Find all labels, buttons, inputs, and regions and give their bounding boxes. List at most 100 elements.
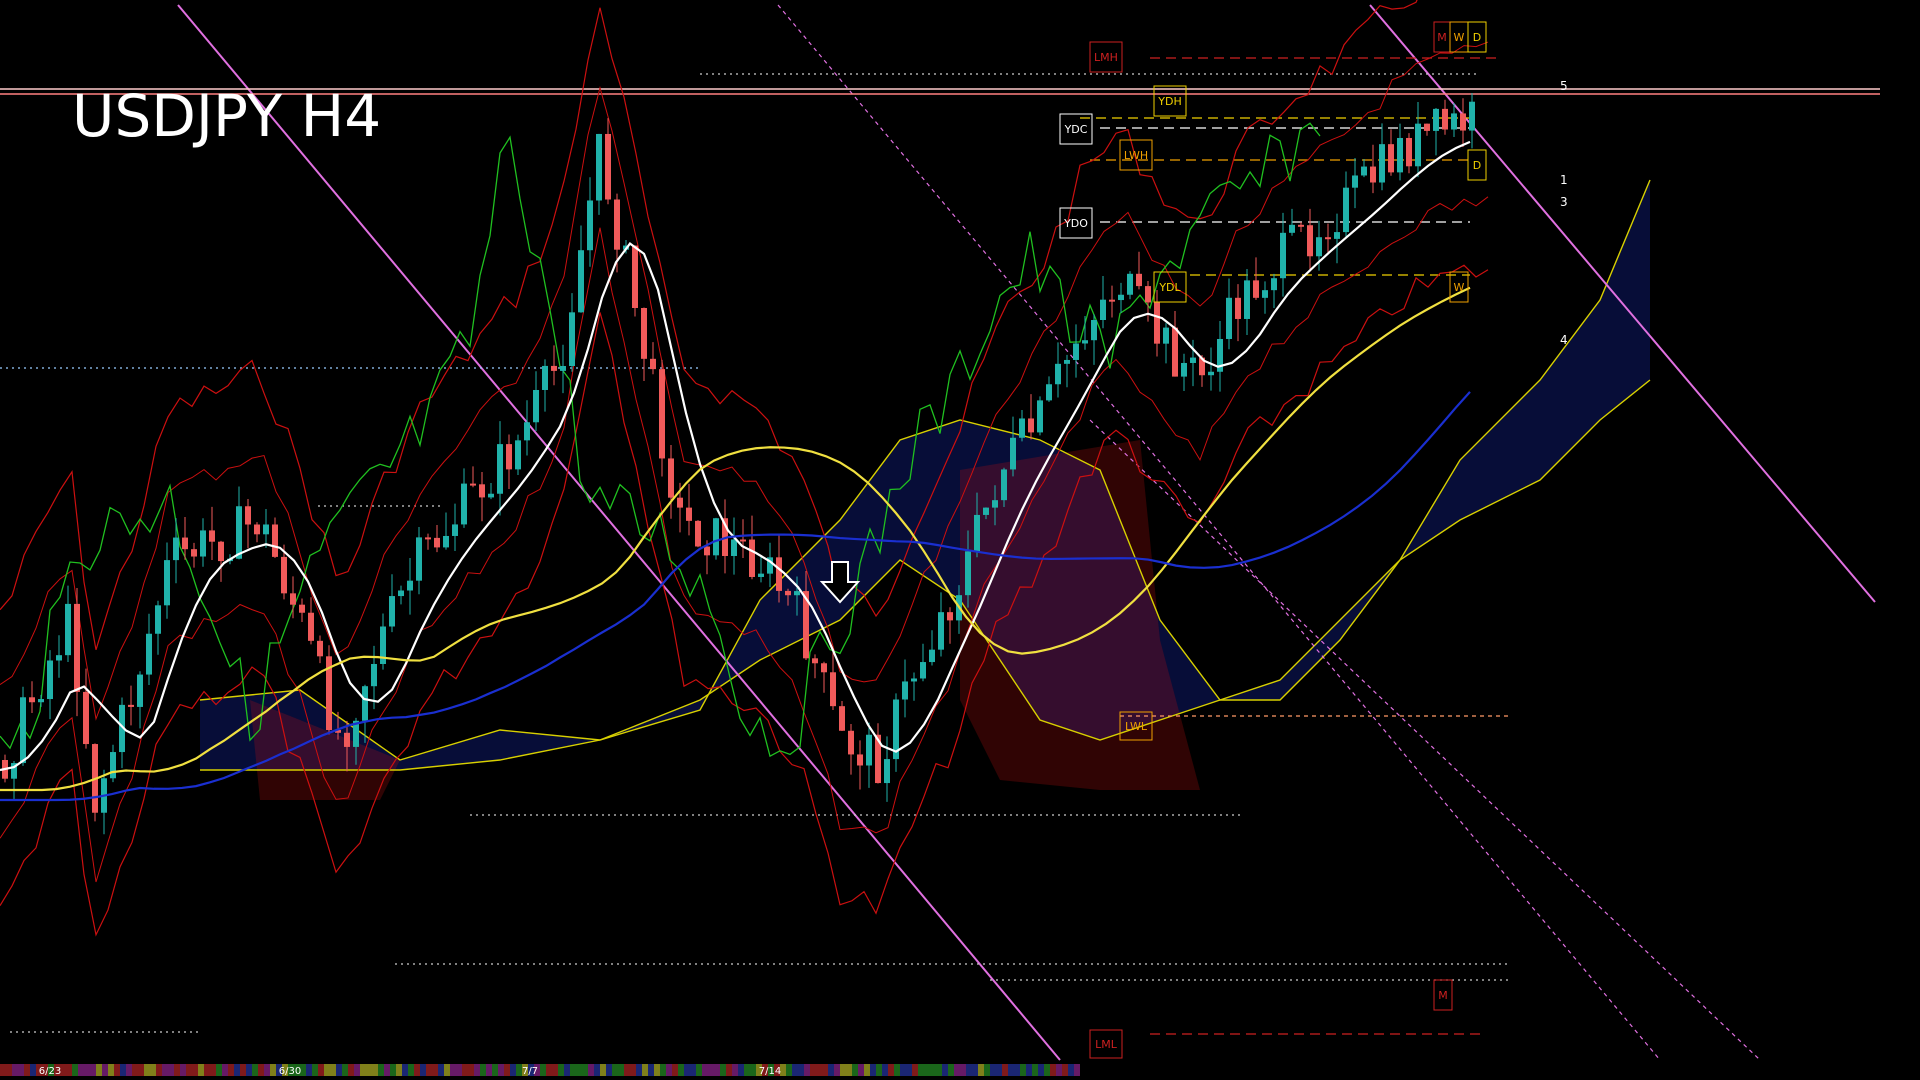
candle-body	[641, 307, 647, 359]
axis-strip-cell	[492, 1064, 498, 1076]
axis-strip-cell	[162, 1064, 168, 1076]
candle-body	[659, 369, 665, 459]
candle-body	[1460, 113, 1466, 131]
candle-body	[965, 551, 971, 596]
axis-strip-cell	[312, 1064, 318, 1076]
candle-body	[1001, 469, 1007, 501]
candle-body	[1190, 357, 1196, 363]
axis-strip-cell	[234, 1064, 240, 1076]
candle-body	[1325, 237, 1331, 240]
candle-body	[65, 603, 71, 656]
axis-strip-cell	[30, 1064, 36, 1076]
x-tick-label: 7/14	[759, 1066, 781, 1077]
axis-strip-cell	[672, 1064, 678, 1076]
axis-strip-cell	[144, 1064, 150, 1076]
axis-strip-cell	[126, 1064, 132, 1076]
axis-strip-cell	[690, 1064, 696, 1076]
axis-strip-cell	[96, 1064, 102, 1076]
candle-body	[1010, 437, 1016, 470]
tag-ydl-label: YDL	[1158, 281, 1181, 294]
axis-strip-cell	[414, 1064, 420, 1076]
candle-body	[254, 524, 260, 535]
axis-strip-cell	[348, 1064, 354, 1076]
tag-w-mid-label: W	[1454, 281, 1465, 294]
candle-body	[29, 697, 35, 703]
axis-strip-cell	[1014, 1064, 1020, 1076]
axis-strip-cell	[108, 1064, 114, 1076]
candle-body	[506, 444, 512, 470]
axis-strip-cell	[498, 1064, 504, 1076]
axis-strip-cell	[636, 1064, 642, 1076]
candle-body	[1298, 224, 1304, 227]
wave-label: 3	[1560, 195, 1568, 209]
axis-strip-cell	[606, 1064, 612, 1076]
axis-strip-cell	[972, 1064, 978, 1076]
axis-strip-cell	[402, 1064, 408, 1076]
candle-body	[596, 133, 602, 201]
axis-strip-cell	[1068, 1064, 1074, 1076]
axis-strip-cell	[960, 1064, 966, 1076]
axis-strip-cell	[804, 1064, 810, 1076]
axis-strip-cell	[66, 1064, 72, 1076]
tag-w-top-label: W	[1454, 31, 1465, 44]
candle-body	[614, 199, 620, 250]
axis-strip-cell	[642, 1064, 648, 1076]
candle-body	[758, 573, 764, 577]
axis-strip-cell	[408, 1064, 414, 1076]
axis-strip-cell	[558, 1064, 564, 1076]
axis-strip-cell	[1008, 1064, 1014, 1076]
candle	[695, 520, 701, 548]
axis-strip-cell	[342, 1064, 348, 1076]
axis-strip-cell	[24, 1064, 30, 1076]
axis-strip-cell	[330, 1064, 336, 1076]
axis-strip-cell	[888, 1064, 894, 1076]
candle-body	[1064, 359, 1070, 364]
candle	[515, 434, 521, 476]
tag-ydc-label: YDC	[1064, 123, 1088, 136]
axis-strip-cell	[798, 1064, 804, 1076]
axis-strip-cell	[852, 1064, 858, 1076]
candle-body	[20, 697, 26, 764]
tag-lmh-label: LMH	[1094, 51, 1118, 64]
axis-strip-cell	[942, 1064, 948, 1076]
x-tick-label: 7/7	[522, 1066, 538, 1077]
candle-body	[704, 546, 710, 556]
candle-body	[74, 603, 80, 692]
axis-strip-cell	[786, 1064, 792, 1076]
candle-body	[587, 200, 593, 251]
candle-body	[1172, 327, 1178, 377]
candle-body	[1469, 101, 1475, 131]
candle-body	[1208, 371, 1214, 376]
axis-strip-cell	[594, 1064, 600, 1076]
axis-strip-cell	[1026, 1064, 1032, 1076]
wave-label: 5	[1560, 79, 1568, 93]
candle-body	[1253, 280, 1259, 298]
candle-body	[1271, 278, 1277, 291]
candle-body	[974, 514, 980, 552]
axis-strip-cell	[198, 1064, 204, 1076]
axis-strip-cell	[1056, 1064, 1062, 1076]
axis-strip-cell	[678, 1064, 684, 1076]
candle-body	[155, 605, 161, 634]
axis-strip-cell	[936, 1064, 942, 1076]
candle-body	[731, 539, 737, 557]
axis-strip-cell	[1044, 1064, 1050, 1076]
candle-body	[1316, 237, 1322, 257]
candle-body	[902, 681, 908, 700]
axis-strip-cell	[1062, 1064, 1068, 1076]
candle-body	[47, 660, 53, 700]
axis-strip-cell	[360, 1064, 366, 1076]
axis-strip-cell	[240, 1064, 246, 1076]
candle-body	[245, 506, 251, 525]
candle-body	[200, 530, 206, 557]
axis-strip-cell	[726, 1064, 732, 1076]
candle-body	[1406, 137, 1412, 167]
axis-strip-cell	[588, 1064, 594, 1076]
axis-strip-cell	[666, 1064, 672, 1076]
candle	[632, 245, 638, 317]
tag-lml-label: LML	[1095, 1038, 1118, 1051]
candle-body	[218, 541, 224, 562]
axis-strip-cell	[270, 1064, 276, 1076]
axis-strip-cell	[1038, 1064, 1044, 1076]
wave-label: 4	[1560, 333, 1568, 347]
